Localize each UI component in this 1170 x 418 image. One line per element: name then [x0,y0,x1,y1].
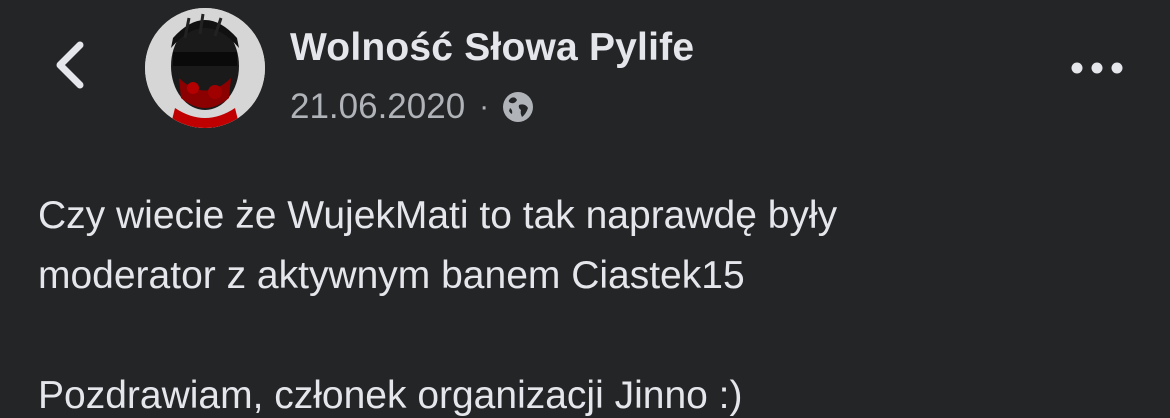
post-text: Czy wiecie że WujekMati to tak naprawdę … [38,186,1138,418]
page-name[interactable]: Wolność Słowa Pylife [290,26,694,70]
chevron-left-icon [56,41,84,89]
avatar[interactable] [145,8,265,128]
post-text-closing: Pozdrawiam, członek organizacji Jinno :) [38,374,743,417]
more-options-button[interactable] [1062,48,1132,88]
back-button[interactable] [40,30,100,100]
avatar-image [145,8,265,128]
post-date[interactable]: 21.06.2020 [290,87,465,127]
post-text-line: Czy wiecie że WujekMati to tak naprawdę … [38,194,838,237]
post-text-line: moderator z aktywnym banem Ciastek15 [38,254,745,297]
post-meta: 21.06.2020 · [290,84,535,130]
globe-icon [501,90,535,124]
post-header: Wolność Słowa Pylife 21.06.2020 · [0,0,1170,150]
meta-separator: · [479,90,490,123]
more-horizontal-icon [1071,62,1123,74]
